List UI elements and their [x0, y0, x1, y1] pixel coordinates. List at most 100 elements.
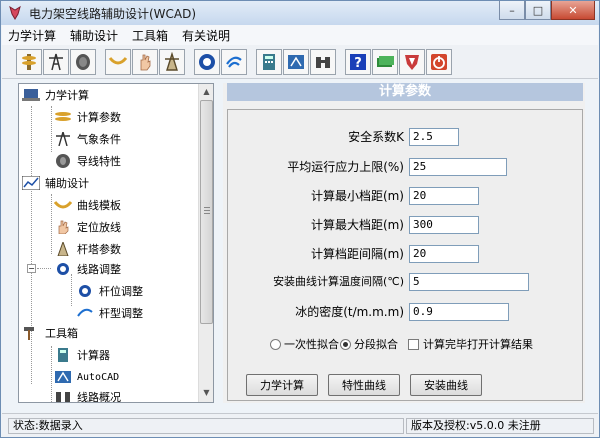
tree-label: 曲线模板 — [77, 199, 121, 212]
install-curve-button[interactable]: 安装曲线 — [410, 374, 482, 396]
span-interval-label: 计算档距间隔(m) — [310, 247, 404, 261]
tree-node-curve-template[interactable]: 曲线模板 — [53, 196, 121, 214]
title-bar[interactable]: 电力架空线路辅助设计(WCAD) – □ ✕ — [1, 1, 599, 25]
china-telecom-icon — [53, 261, 73, 277]
hand-icon[interactable] — [132, 48, 158, 75]
tower-icon[interactable] — [43, 48, 69, 75]
tree-node-pole-adjust[interactable]: 杆位调整 — [75, 282, 143, 300]
curve-template-icon — [53, 197, 73, 213]
avg-stress-input[interactable]: 25 — [409, 158, 507, 176]
binoculars-icon — [53, 389, 73, 402]
app-window: 电力架空线路辅助设计(WCAD) – □ ✕ 力学计算 辅助设计 工具箱 有关说… — [0, 0, 600, 438]
window-title: 电力架空线路辅助设计(WCAD) — [29, 6, 197, 21]
status-text: 状态:数据录入 — [8, 418, 404, 434]
safety-factor-input[interactable]: 2.5 — [409, 128, 459, 146]
safety-factor-label: 安全系数K — [348, 130, 404, 144]
menu-toolbox[interactable]: 工具箱 — [132, 27, 168, 44]
mechanics-calc-button[interactable]: 力学计算 — [246, 374, 318, 396]
tree-label: 工具箱 — [45, 327, 78, 340]
telecom-icon[interactable] — [221, 48, 247, 75]
tree-node-weather[interactable]: 气象条件 — [53, 130, 121, 148]
panel-title: 计算参数 — [227, 83, 583, 101]
tree-label: 杆位调整 — [99, 285, 143, 298]
scroll-up-icon[interactable]: ▲ — [200, 85, 213, 99]
open-results-checkbox[interactable]: 计算完毕打开计算结果 — [408, 336, 533, 352]
ice-density-label: 冰的密度(t/m.m.m) — [295, 305, 404, 319]
badge-icon[interactable] — [399, 48, 425, 75]
radio-segment-fit[interactable]: 分段拟合 — [340, 336, 398, 352]
tree-label: 线路概况 — [77, 391, 121, 403]
autocad-icon[interactable] — [283, 48, 309, 75]
laptop-icon — [21, 87, 41, 103]
tree-label: 杆塔参数 — [77, 243, 121, 256]
tree-node-autocad[interactable]: AutoCAD — [53, 368, 119, 386]
tree-node-calculator[interactable]: 计算器 — [53, 346, 110, 364]
tree-node-position-line[interactable]: 定位放线 — [53, 218, 121, 236]
tree-node-calc-params[interactable]: 计算参数 — [53, 108, 121, 126]
collapse-toggle[interactable]: − — [27, 264, 36, 273]
avg-stress-label: 平均运行应力上限(%) — [287, 160, 404, 174]
max-span-input[interactable]: 300 — [409, 216, 479, 234]
span-interval-input[interactable]: 20 — [409, 245, 479, 263]
tree-label: 计算器 — [77, 349, 110, 362]
maximize-button[interactable]: □ — [525, 1, 551, 20]
binoculars-icon[interactable] — [310, 48, 336, 75]
tree-scrollbar[interactable]: ▲ ▼ — [198, 84, 213, 402]
navigation-tree[interactable]: 力学计算 计算参数 气象条件 导线特性 辅助设计 曲线模板 定位放线 杆塔参数 … — [18, 83, 214, 403]
min-span-input[interactable]: 20 — [409, 187, 479, 205]
temp-interval-input[interactable]: 5 — [409, 273, 529, 291]
china-telecom-icon[interactable] — [194, 48, 220, 75]
tree-label: 导线特性 — [77, 155, 121, 168]
svg-text:?: ? — [354, 56, 362, 71]
tree-label: AutoCAD — [77, 371, 120, 383]
tree-label: 计算参数 — [77, 111, 121, 124]
hand-icon — [53, 219, 73, 235]
telecom-icon — [75, 305, 95, 321]
calculator-icon[interactable] — [256, 48, 282, 75]
characteristic-curve-button[interactable]: 特性曲线 — [328, 374, 400, 396]
tree-label: 力学计算 — [45, 89, 89, 102]
autocad-icon — [53, 369, 73, 385]
hammer-icon — [21, 325, 41, 341]
china-telecom-icon — [75, 283, 95, 299]
tower-design-icon[interactable] — [159, 48, 185, 75]
version-info: 版本及授权:v5.0.0 未注册 — [406, 418, 594, 434]
app-logo-icon — [9, 5, 21, 20]
curve-template-icon[interactable] — [105, 48, 131, 75]
tree-node-tower-params[interactable]: 杆塔参数 — [53, 240, 121, 258]
cable-reel-icon[interactable] — [70, 48, 96, 75]
close-button[interactable]: ✕ — [551, 1, 595, 20]
status-bar: 状态:数据录入 版本及授权:v5.0.0 未注册 — [2, 413, 598, 437]
tree-label: 气象条件 — [77, 133, 121, 146]
insulator-icon[interactable] — [16, 48, 42, 75]
tree-label: 辅助设计 — [45, 177, 89, 190]
insulator-icon — [53, 109, 73, 125]
menu-bar: 力学计算 辅助设计 工具箱 有关说明 — [2, 25, 598, 45]
money-icon[interactable] — [372, 48, 398, 75]
menu-help[interactable]: 有关说明 — [182, 27, 230, 44]
tree-node-route-adjust[interactable]: 线路调整 — [53, 260, 121, 278]
scroll-thumb[interactable] — [200, 100, 213, 324]
checkbox-icon — [408, 338, 419, 350]
tree-node-aux-design[interactable]: 辅助设计 — [21, 174, 89, 192]
help-icon[interactable]: ? — [345, 48, 371, 75]
menu-mechanics[interactable]: 力学计算 — [8, 27, 56, 44]
radio-single-fit[interactable]: 一次性拟合 — [270, 336, 339, 352]
tree-node-mechanics[interactable]: 力学计算 — [21, 86, 89, 104]
menu-aux-design[interactable]: 辅助设计 — [70, 27, 118, 44]
toolbar: ? — [2, 45, 598, 79]
ice-density-input[interactable]: 0.9 — [409, 303, 509, 321]
pane-splitter[interactable] — [215, 83, 223, 403]
tower-icon — [53, 131, 73, 147]
tree-node-toolbox[interactable]: 工具箱 — [21, 324, 78, 342]
scroll-down-icon[interactable]: ▼ — [200, 386, 213, 400]
temp-interval-label: 安装曲线计算温度间隔(℃) — [273, 275, 404, 288]
power-icon[interactable] — [426, 48, 452, 75]
tree-node-wire-props[interactable]: 导线特性 — [53, 152, 121, 170]
tower-design-icon — [53, 241, 73, 257]
params-form: 安全系数K 2.5 平均运行应力上限(%) 25 计算最小档距(m) 20 计算… — [227, 109, 583, 401]
tree-node-pole-type-adjust[interactable]: 杆型调整 — [75, 304, 143, 322]
minimize-button[interactable]: – — [499, 1, 525, 20]
max-span-label: 计算最大档距(m) — [310, 218, 404, 232]
tree-node-route-overview[interactable]: 线路概况 — [53, 388, 121, 403]
